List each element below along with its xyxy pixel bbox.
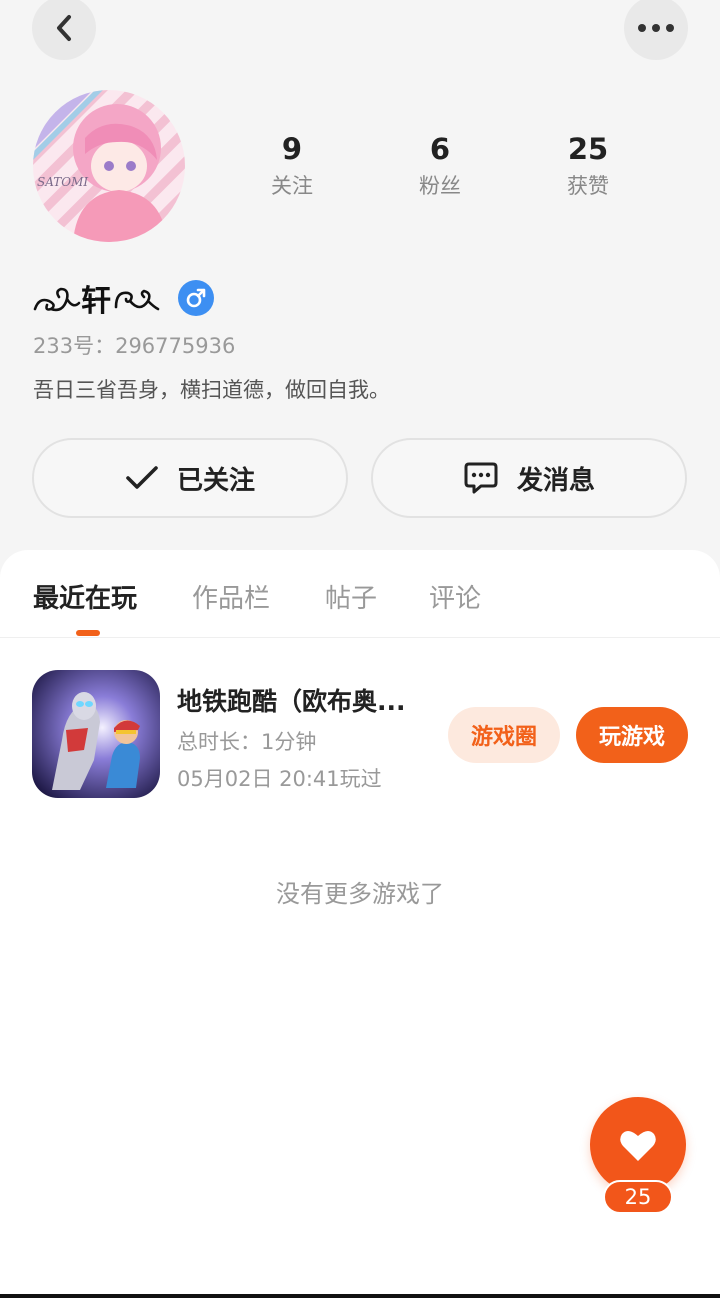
user-bio: 吾日三省吾身，横扫道德，做回自我。 [33,378,390,402]
male-gender-icon [178,280,214,316]
stat-likes-label: 获赞 [567,174,609,198]
followed-label: 已关注 [176,465,255,496]
back-chevron-icon [57,15,71,41]
chat-bubble-icon [464,462,498,494]
avatar[interactable]: SATOMI [33,90,185,242]
heart-icon [620,1130,656,1161]
tab-works[interactable]: 作品栏 [192,578,270,615]
back-button[interactable] [32,0,96,60]
avatar-illustration: SATOMI [33,90,185,242]
user-id: 233号：296775936 [33,334,236,358]
stat-following-label: 关注 [271,174,313,198]
message-button[interactable]: 发消息 [371,438,687,518]
game-art [32,670,160,798]
nickname: 轩 [81,284,112,319]
stat-followers[interactable]: 6 粉丝 [380,130,500,204]
stat-following[interactable]: 9 关注 [232,130,352,204]
followed-button[interactable]: 已关注 [32,438,348,518]
game-last-played: 05月02日 20:41玩过 [177,767,382,791]
play-game-button[interactable]: 玩游戏 [576,707,688,763]
avatar-signature: SATOMI [37,175,88,189]
bottom-edge [0,1294,720,1298]
game-title: 地铁跑酷（欧布奥... [177,687,406,716]
no-more-games-text: 没有更多游戏了 [276,880,444,908]
tab-posts[interactable]: 帖子 [325,578,377,615]
left-flourish-icon [33,287,81,312]
game-icon[interactable] [32,670,160,798]
more-button[interactable] [624,0,688,60]
stat-likes-count: 25 [567,132,609,166]
profile-page: SATOMI 9 关注 6 粉丝 25 获赞 轩 233号：296775936 … [0,0,720,1298]
active-tab-indicator [76,630,100,636]
right-flourish-icon [114,289,160,311]
check-icon [126,466,158,489]
more-dots-icon [638,24,674,32]
stat-following-count: 9 [281,132,303,166]
list-item[interactable]: 地铁跑酷（欧布奥... 总时长：1分钟 05月02日 20:41玩过 游戏圈 玩… [0,670,720,800]
like-count-badge: 25 [603,1180,673,1214]
stat-followers-count: 6 [429,132,451,166]
stat-likes[interactable]: 25 获赞 [528,130,648,204]
nickname-row: 轩 [33,276,214,320]
like-button[interactable] [590,1097,686,1193]
tab-bar: 最近在玩 作品栏 帖子 评论 [0,550,720,638]
tab-comments[interactable]: 评论 [429,578,481,615]
message-label: 发消息 [516,465,595,496]
stat-followers-label: 粉丝 [419,174,461,198]
tab-recently-played[interactable]: 最近在玩 [33,578,137,615]
game-circle-button[interactable]: 游戏圈 [448,707,560,763]
game-duration: 总时长：1分钟 [177,730,317,754]
